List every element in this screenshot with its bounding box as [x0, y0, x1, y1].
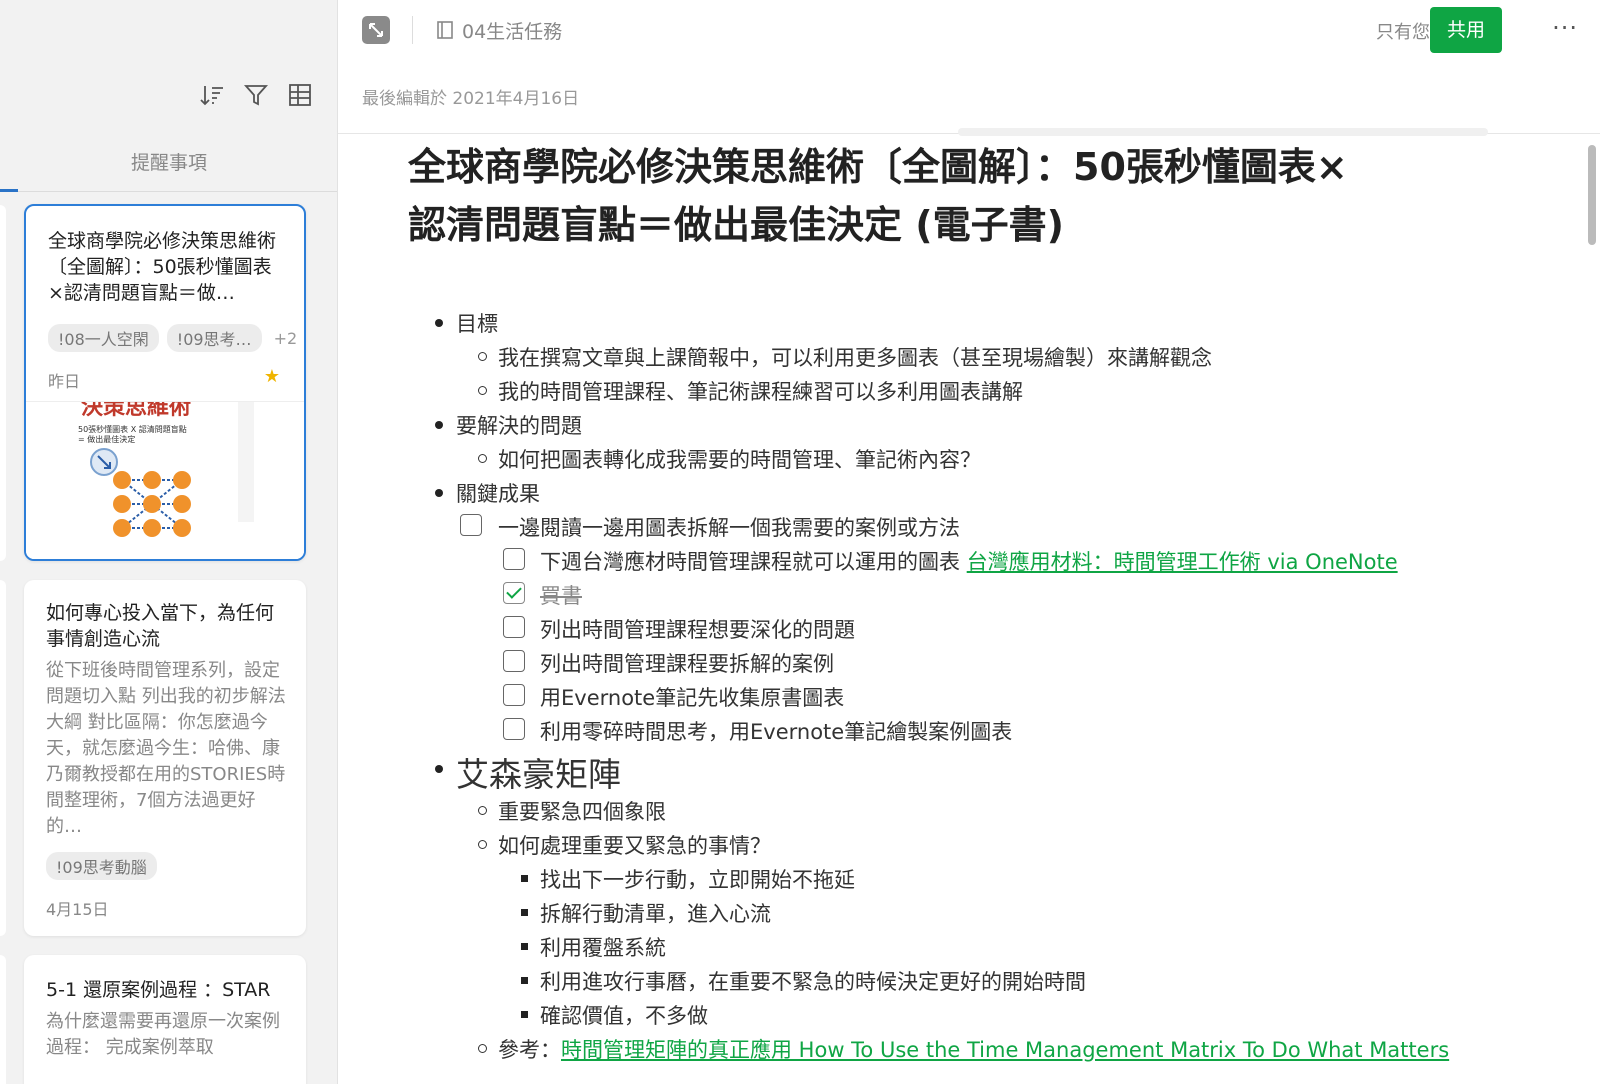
note-list-panel: 提醒事項 全球商學院必修決策思維術〔全圖解〕：50張秒懂圖表×認清問題盲點＝做…… [0, 0, 338, 1084]
note-card-title: 全球商學院必修決策思維術〔全圖解〕：50張秒懂圖表×認清問題盲點＝做… [48, 230, 277, 304]
bullet-disc [435, 765, 443, 773]
view-layout-icon[interactable] [285, 80, 315, 110]
edge-card [0, 580, 6, 936]
thumb-caption-1: 決策思維術 [81, 402, 191, 420]
task-checkbox-checked[interactable] [503, 582, 525, 604]
tab-indicator [0, 189, 18, 192]
tab-reminders[interactable]: 提醒事項 [0, 148, 337, 175]
sort-icon[interactable] [197, 80, 227, 110]
visibility-label: 只有您 [1376, 22, 1430, 43]
note-title-line: 認清問題盲點＝做出最佳決定 (電子書) [408, 203, 1064, 247]
edge-card [0, 205, 6, 561]
list-item-text: 利用覆盤系統 [540, 936, 666, 960]
list-item-text: 如何把圖表轉化成我需要的時間管理、筆記術內容？ [498, 448, 981, 472]
list-item-text: 我在撰寫文章與上課簡報中，可以利用更多圖表（甚至現場繪製）來講解觀念 [498, 346, 1212, 370]
list-item-text: 要解決的問題 [456, 414, 582, 438]
list-item-text: 確認價值，不多做 [540, 1004, 708, 1028]
bullet-disc [435, 319, 443, 327]
tag[interactable]: !09思考動腦 [46, 852, 157, 880]
list-item-text: 如何處理重要又緊急的事情？ [498, 834, 771, 858]
last-edited-label: 最後編輯於 2021年4月16日 [362, 89, 580, 109]
reminders-tab-bar: 提醒事項 [0, 134, 337, 192]
bullet-disc [435, 421, 443, 429]
checklist-item-text: 用Evernote筆記先收集原書圖表 [540, 686, 845, 710]
share-button[interactable]: 共用 [1430, 7, 1502, 53]
note-card-selected[interactable]: 全球商學院必修決策思維術〔全圖解〕：50張秒懂圖表×認清問題盲點＝做… !08一… [24, 204, 306, 561]
task-checkbox[interactable] [503, 616, 525, 638]
bullet-square [521, 943, 528, 950]
reference-link[interactable]: 時間管理矩陣的真正應用 How To Use the Time Manageme… [561, 1038, 1449, 1062]
list-item-text: 拆解行動清單，進入心流 [540, 902, 771, 926]
expand-icon[interactable] [362, 16, 390, 44]
note-card-date: 昨日 [48, 372, 81, 391]
note-card-snippet: 為什麼還需要再還原一次案例過程： 完成案例萃取 [46, 1011, 280, 1058]
task-checkbox[interactable] [503, 684, 525, 706]
task-checkbox[interactable] [503, 650, 525, 672]
notebook-icon [437, 21, 453, 39]
thumb-caption-2: 50張秒懂圖表 X 認清問題盲點 [78, 424, 187, 434]
bullet-square [521, 977, 528, 984]
list-item-text: 我的時間管理課程、筆記術課程練習可以多利用圖表講解 [498, 380, 1023, 404]
notebook-name[interactable]: 04生活任務 [462, 17, 562, 44]
bullet-circle [478, 840, 487, 849]
checklist-item-text: 利用零碎時間思考，用Evernote筆記繪製案例圖表 [540, 720, 1013, 744]
note-content[interactable]: 全球商學院必修決策思維術〔全圖解〕：50張秒懂圖表× 認清問題盲點＝做出最佳決定… [408, 138, 1528, 1062]
note-editor: 04生活任務 只有您 共用 ··· 最後編輯於 2021年4月16日 全球商學院… [338, 0, 1600, 1084]
reference-label: 參考： [498, 1038, 561, 1062]
bullet-circle [478, 352, 487, 361]
bullet-square [521, 909, 528, 916]
list-item-text: 利用進攻行事曆，在重要不緊急的時候決定更好的開始時間 [540, 970, 1086, 994]
more-options-icon[interactable]: ··· [1552, 14, 1578, 42]
bullet-square [521, 875, 528, 882]
note-card-tags: !09思考動腦 [46, 852, 157, 880]
note-card-snippet: 從下班後時間管理系列，設定問題切入點 列出我的初步解法大綱 對比區隔：你怎麼過今… [46, 660, 286, 837]
bullet-circle [478, 454, 487, 463]
note-card-tags: !08一人空閑 !09思考… +2 [48, 324, 297, 352]
task-checkbox[interactable] [460, 514, 482, 536]
note-list-toolbar [197, 80, 315, 110]
bullet-disc [435, 489, 443, 497]
note-card[interactable]: 如何專心投入當下，為任何事情創造心流 從下班後時間管理系列，設定問題切入點 列出… [24, 580, 306, 936]
note-card-title: 如何專心投入當下，為任何事情創造心流 [46, 602, 275, 650]
toolbar-separator [412, 16, 413, 44]
evernote-window: 提醒事項 全球商學院必修決策思維術〔全圖解〕：50張秒懂圖表×認清問題盲點＝做…… [0, 0, 1600, 1084]
star-icon: ★ [263, 366, 280, 387]
note-card-title: 5-1 還原案例過程 ：STAR [46, 979, 271, 1001]
list-item-heading: 艾森豪矩陣 [456, 755, 621, 794]
editor-scrollbar[interactable] [1588, 145, 1596, 245]
checklist-item-text: 一邊閱讀一邊用圖表拆解一個我需要的案例或方法 [498, 516, 960, 540]
note-link[interactable]: 台灣應用材料：時間管理工作術 via OneNote [967, 550, 1398, 574]
bullet-circle [478, 386, 487, 395]
formatting-bar-handle [958, 128, 1488, 136]
tag[interactable]: !09思考… [166, 324, 262, 352]
bullet-circle [478, 806, 487, 815]
checklist-item-text: 列出時間管理課程要拆解的案例 [540, 652, 834, 676]
list-item-text: 關鍵成果 [456, 482, 540, 506]
note-card-thumbnail: 決策思維術 50張秒懂圖表 X 認清問題盲點 = 做出最佳決定 [26, 401, 304, 559]
tag[interactable]: !08一人空閑 [48, 324, 159, 352]
note-card-date: 4月15日 [46, 900, 109, 919]
bullet-square [521, 1011, 528, 1018]
list-item-text: 目標 [456, 312, 498, 336]
editor-topbar: 04生活任務 只有您 共用 ··· [338, 0, 1600, 60]
bullet-circle [478, 1044, 487, 1053]
thumb-caption-3: = 做出最佳決定 [78, 434, 135, 444]
note-card[interactable]: 5-1 還原案例過程 ：STAR 為什麼還需要再還原一次案例過程： 完成案例萃取 [24, 955, 306, 1084]
checklist-item-text: 列出時間管理課程想要深化的問題 [540, 618, 855, 642]
edge-card [0, 955, 6, 1084]
checklist-item-text: 下週台灣應材時間管理課程就可以運用的圖表 [540, 550, 967, 574]
list-item-text: 找出下一步行動，立即開始不拖延 [540, 868, 855, 892]
filter-icon[interactable] [241, 80, 271, 110]
checklist-item-text: 買書 [540, 584, 582, 608]
task-checkbox[interactable] [503, 718, 525, 740]
tags-more-count[interactable]: +2 [274, 329, 298, 348]
task-checkbox[interactable] [503, 548, 525, 570]
list-item-text: 重要緊急四個象限 [498, 800, 666, 824]
note-title-line: 全球商學院必修決策思維術〔全圖解〕：50張秒懂圖表× [408, 145, 1348, 189]
note-title[interactable]: 全球商學院必修決策思維術〔全圖解〕：50張秒懂圖表× 認清問題盲點＝做出最佳決定… [408, 138, 1528, 254]
